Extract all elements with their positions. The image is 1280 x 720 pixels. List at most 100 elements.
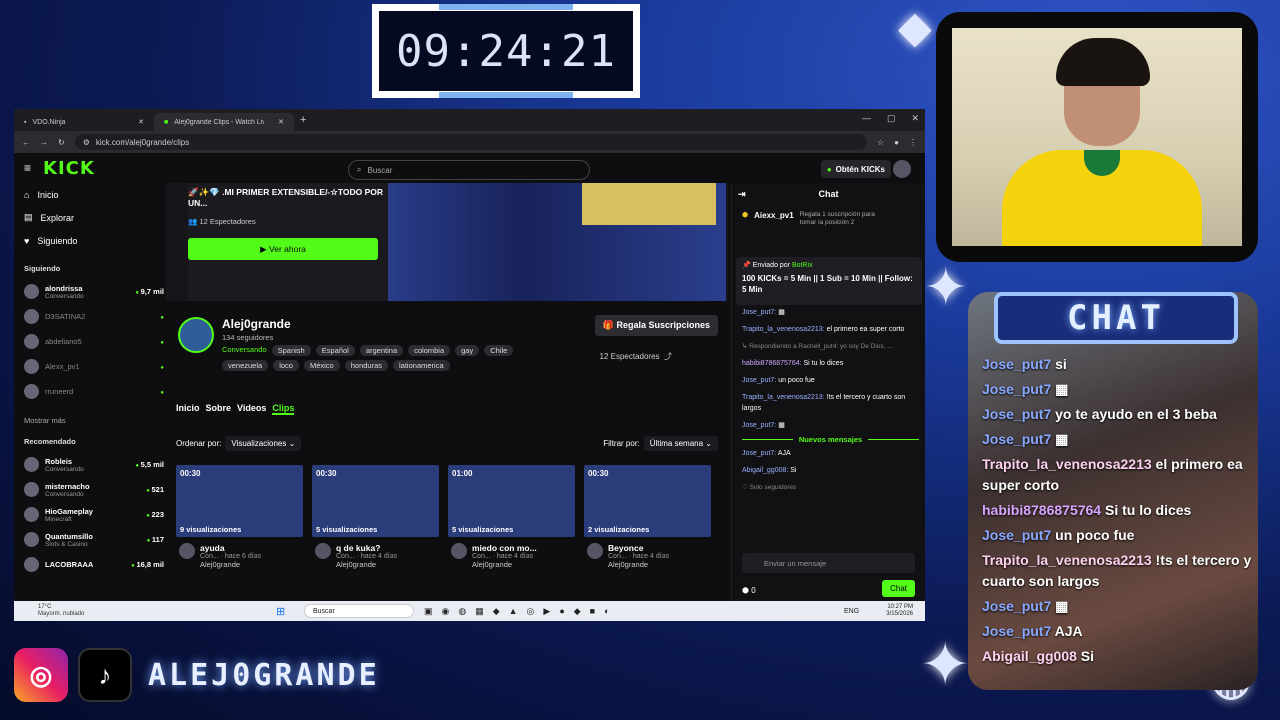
tab-videos[interactable]: Videos: [237, 403, 266, 415]
search-input[interactable]: ⌕ Buscar: [348, 160, 590, 180]
taskbar-app-icons[interactable]: ▣◉◍▦◆▲◎▶●◆■◐: [424, 606, 619, 617]
chat-username[interactable]: Abigail_gg008:: [742, 467, 790, 474]
chat-username[interactable]: Jose_put7:: [742, 422, 778, 429]
sidebar-following-item[interactable]: alondrissaConversando 9,7 mil: [24, 279, 164, 304]
channel-category[interactable]: Conversando: [222, 345, 267, 356]
clip-card[interactable]: 00:30 2 visualizaciones Beyonce Con... · ha…: [584, 465, 711, 569]
taskbar-search[interactable]: Buscar: [304, 604, 414, 618]
channel-tag[interactable]: Chile: [484, 345, 514, 356]
taskbar-clock[interactable]: 10:27 PM 3/15/2026: [886, 604, 913, 618]
channel-tag[interactable]: gay: [455, 345, 480, 356]
channel-tag[interactable]: Español: [315, 345, 355, 356]
forward-icon[interactable]: →: [40, 138, 48, 147]
channel-name: Alexx_pv1: [45, 362, 80, 371]
sidebar-following-item[interactable]: Alexx_pv1: [24, 354, 164, 379]
clip-author[interactable]: Alej0grande: [312, 560, 439, 569]
get-kicks-button[interactable]: ● Obtén KICKs: [820, 160, 891, 178]
clip-thumbnail[interactable]: 00:30 2 visualizaciones: [584, 465, 711, 537]
bookmark-star-icon[interactable]: ☆: [877, 138, 884, 147]
channel-name: abdeliano5: [45, 337, 82, 346]
clip-card[interactable]: 00:30 9 visualizaciones ayuda Con... · hace…: [176, 465, 303, 569]
clip-card[interactable]: 01:00 5 visualizaciones miedo con mo... Con…: [448, 465, 575, 569]
site-info-icon[interactable]: ⚙: [83, 138, 90, 147]
close-window-button[interactable]: ✕: [911, 113, 919, 124]
close-tab-icon[interactable]: ✕: [278, 118, 284, 126]
clip-thumbnail[interactable]: 01:00 5 visualizaciones: [448, 465, 575, 537]
clip-thumbnail[interactable]: 00:30 5 visualizaciones: [312, 465, 439, 537]
profile-icon[interactable]: ●: [894, 138, 899, 147]
tab-vdo-ninja[interactable]: ▪ VDO.Ninja ✕: [14, 113, 154, 131]
minimize-button[interactable]: —: [862, 113, 871, 124]
clip-thumbnail[interactable]: 00:30 9 visualizaciones: [176, 465, 303, 537]
clip-author[interactable]: Alej0grande: [448, 560, 575, 569]
send-chat-button[interactable]: Chat: [882, 580, 915, 597]
filter-select[interactable]: Última semana ⌄: [643, 436, 718, 451]
nav-siguiendo[interactable]: ♥ Siguiendo: [24, 229, 164, 252]
language-indicator[interactable]: ENG: [844, 608, 859, 615]
tab-kick-clips[interactable]: ■ Alej0grande Clips - Watch Live on Kick ✕: [154, 113, 294, 131]
menu-kebab-icon[interactable]: ⋮: [909, 138, 917, 147]
clip-author[interactable]: Alej0grande: [176, 560, 303, 569]
back-icon[interactable]: ←: [22, 138, 30, 147]
clip-title[interactable]: miedo con mo...: [448, 543, 575, 559]
kicks-balance[interactable]: ⬢ 0: [742, 586, 756, 595]
sidebar-recommended-item[interactable]: RobleisConversando 5,5 mil: [24, 452, 164, 477]
channel-tag[interactable]: venezuela: [222, 360, 269, 371]
sidebar-recommended-item[interactable]: misternachoConversando 521: [24, 477, 164, 502]
channel-tag[interactable]: loco: [273, 360, 299, 371]
tab-clips[interactable]: Clips: [272, 403, 295, 415]
show-more-link[interactable]: Mostrar más: [24, 416, 164, 425]
sidebar-recommended-item[interactable]: QuantumsilloSlots & Casino 117: [24, 527, 164, 552]
kick-logo[interactable]: KICK: [43, 158, 95, 179]
channel-tag[interactable]: argentina: [359, 345, 404, 356]
channel-info: Quantumsillo Slots & Casino: [45, 532, 93, 548]
clip-title[interactable]: Beyonce: [584, 543, 711, 559]
maximize-button[interactable]: ▢: [887, 113, 896, 124]
chat-username[interactable]: Jose_put7:: [742, 309, 778, 316]
hamburger-menu-icon[interactable]: ≡: [24, 161, 31, 175]
collapse-chat-icon[interactable]: ⇥: [738, 189, 746, 200]
channel-tag[interactable]: colombia: [408, 345, 451, 356]
share-icon[interactable]: ⤴: [664, 352, 672, 361]
chat-username[interactable]: Trapito_la_venenosa2213:: [742, 394, 827, 401]
channel-avatar[interactable]: [178, 317, 214, 353]
chat-input[interactable]: Enviar un mensaje: [742, 553, 915, 573]
user-avatar[interactable]: [893, 160, 911, 178]
close-tab-icon[interactable]: ✕: [138, 118, 144, 126]
channel-tag[interactable]: Spanish: [271, 345, 311, 356]
channel-name[interactable]: Alej0grande: [222, 317, 291, 331]
clip-title[interactable]: ayuda: [176, 543, 303, 559]
clip-author[interactable]: Alej0grande: [584, 560, 711, 569]
kick-chat: ⇥ Chat ⬢ Aiexx_pv1 Regala 1 suscripción par…: [731, 183, 925, 601]
clip-card[interactable]: 00:30 5 visualizaciones q de kuka? Con... ·…: [312, 465, 439, 569]
tab-inicio[interactable]: Inicio: [176, 403, 200, 415]
sidebar-following-item[interactable]: abdeliano5: [24, 329, 164, 354]
chat-username[interactable]: Jose_put7:: [742, 377, 778, 384]
clip-title[interactable]: q de kuka?: [312, 543, 439, 559]
weather-widget[interactable]: 17°C Mayorm. nublado: [38, 604, 84, 618]
new-tab-button[interactable]: +: [300, 114, 306, 126]
channel-tag[interactable]: México: [303, 360, 340, 371]
new-messages-divider[interactable]: Nuevos mensajes: [742, 435, 919, 444]
star-icon: ✦: [920, 631, 971, 698]
chat-username[interactable]: Trapito_la_venenosa2213:: [742, 326, 827, 333]
sort-select[interactable]: Visualizaciones ⌄: [225, 436, 302, 451]
watch-now-button[interactable]: ▶ Ver ahora: [188, 238, 378, 260]
sidebar-recommended-item[interactable]: LACOBRAAA 16,8 mil: [24, 552, 164, 577]
url-field[interactable]: ⚙ kick.com/alej0grande/clips: [74, 134, 867, 150]
nav-explorar[interactable]: ▤ Explorar: [24, 206, 164, 229]
tab-sobre[interactable]: Sobre: [206, 403, 232, 415]
chat-username[interactable]: habibi8786875764:: [742, 360, 804, 367]
channel-tag[interactable]: honduras: [344, 360, 389, 371]
nav-inicio[interactable]: ⌂ Inicio: [24, 183, 164, 206]
sidebar-following-item[interactable]: D3SATINA2: [24, 304, 164, 329]
channel-name: D3SATINA2: [45, 312, 86, 321]
stream-preview[interactable]: 🚀✨💎 .MI PRIMER EXTENSIBLE/-☆TODO POR UN.…: [166, 183, 728, 301]
reload-icon[interactable]: ↻: [58, 138, 65, 147]
gift-subs-button[interactable]: 🎁 Regala Suscripciones: [594, 315, 718, 336]
sidebar-following-item[interactable]: rruneerd: [24, 379, 164, 404]
windows-start-icon[interactable]: ⊞: [276, 605, 285, 618]
chat-username[interactable]: Jose_put7:: [742, 450, 778, 457]
channel-tag[interactable]: lationamerica: [393, 360, 450, 371]
sidebar-recommended-item[interactable]: HioGameplayMinecraft 223: [24, 502, 164, 527]
